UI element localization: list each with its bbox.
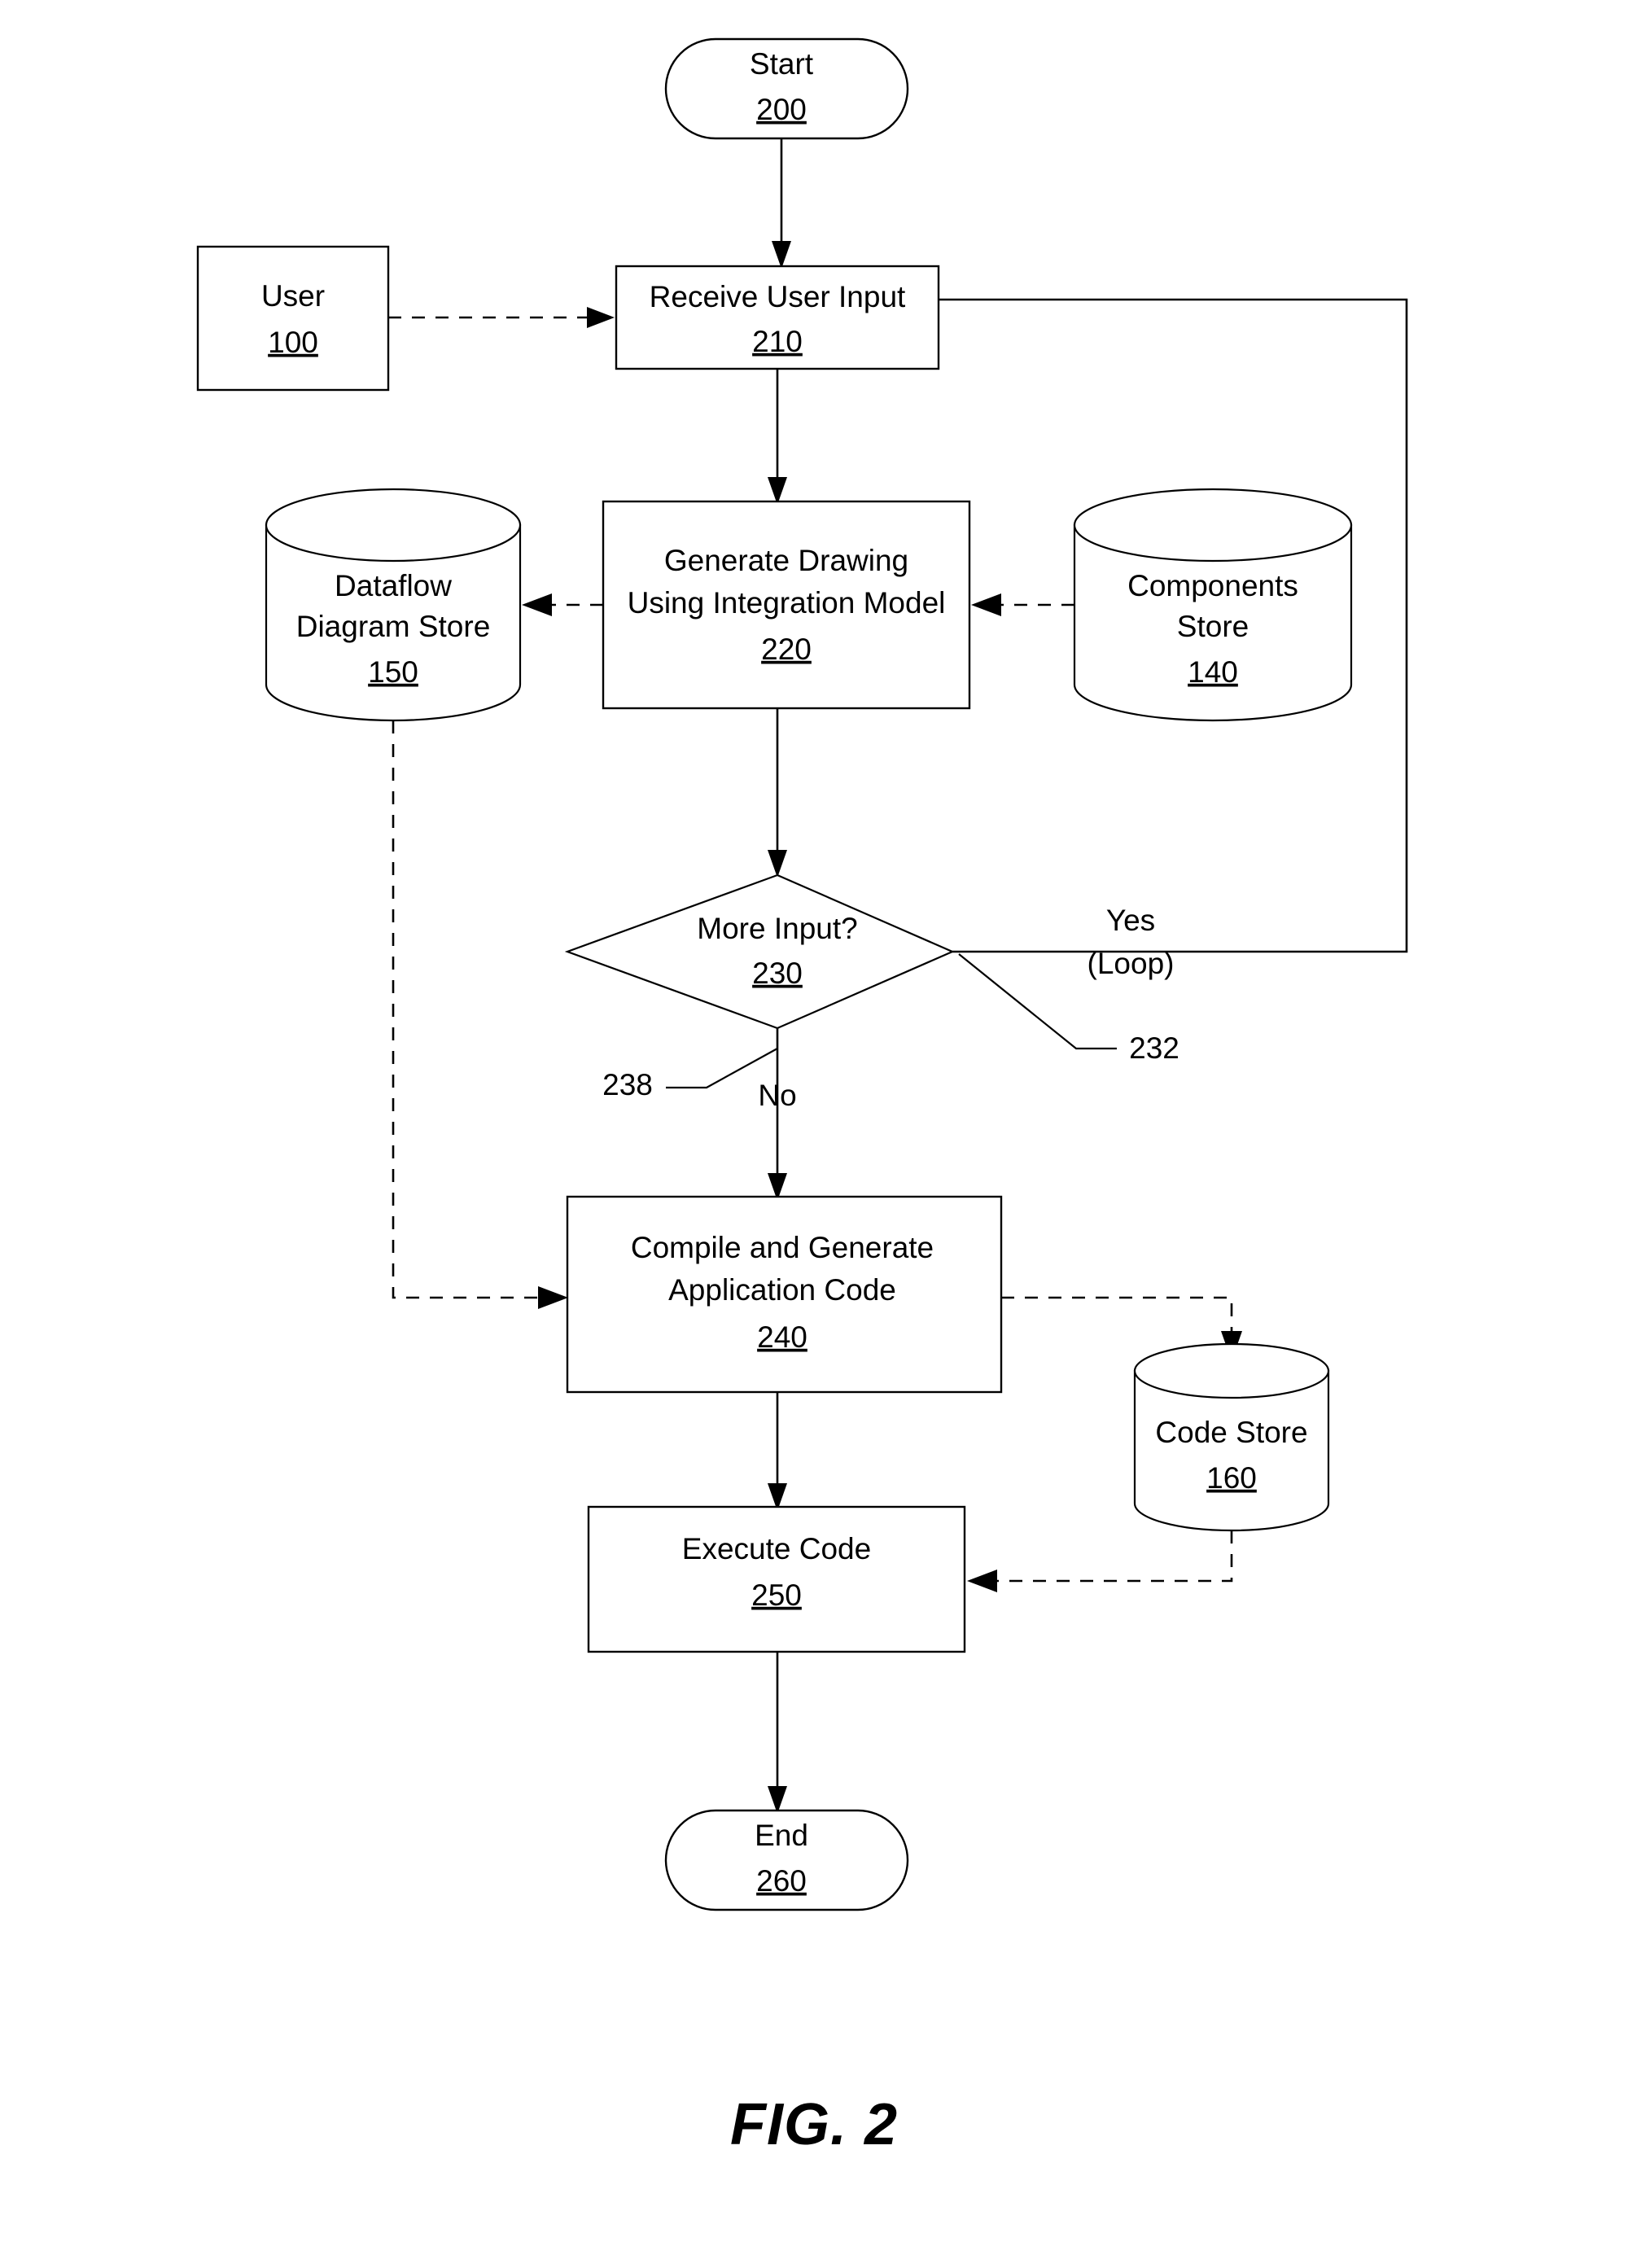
node-user[interactable]: User 100 bbox=[196, 245, 390, 392]
node-receive-user-input[interactable]: Receive User Input 210 bbox=[615, 265, 940, 370]
components-store-ref: 140 bbox=[1188, 655, 1238, 689]
node-code-store[interactable]: Code Store 160 bbox=[1133, 1342, 1330, 1532]
start-ref: 200 bbox=[756, 93, 807, 126]
execute-code-ref: 250 bbox=[751, 1578, 802, 1612]
generate-drawing-ref: 220 bbox=[761, 633, 812, 666]
edge-dataflow-store-to-compile bbox=[392, 720, 568, 1309]
edge-generate-drawing-to-decision bbox=[768, 708, 787, 878]
node-compile-generate[interactable]: Compile and Generate Application Code 24… bbox=[566, 1195, 1003, 1394]
generate-drawing-label-line2: Using Integration Model bbox=[628, 586, 946, 620]
node-start[interactable]: Start 200 bbox=[664, 37, 909, 140]
receive-user-input-ref: 210 bbox=[752, 325, 803, 358]
edge-components-store-to-generate-drawing bbox=[971, 593, 1074, 616]
node-end[interactable]: End 260 bbox=[664, 1809, 909, 1911]
user-label: User bbox=[261, 279, 325, 313]
node-dataflow-diagram-store[interactable]: Dataflow Diagram Store 150 bbox=[265, 488, 522, 722]
node-execute-code[interactable]: Execute Code 250 bbox=[587, 1505, 966, 1653]
components-store-label-line1: Components bbox=[1127, 569, 1298, 602]
node-generate-drawing[interactable]: Generate Drawing Using Integration Model… bbox=[602, 500, 971, 710]
components-store-label-line2: Store bbox=[1177, 610, 1249, 643]
edge-execute-code-to-end bbox=[768, 1652, 787, 1814]
edge-generate-drawing-to-dataflow-store bbox=[522, 593, 603, 616]
edge-decision-no-to-compile bbox=[768, 1028, 787, 1201]
user-ref: 100 bbox=[268, 326, 318, 359]
callout-238-label: 238 bbox=[602, 1068, 653, 1101]
edge-start-to-receive-input bbox=[772, 138, 791, 269]
code-store-label: Code Store bbox=[1155, 1416, 1307, 1449]
compile-generate-ref: 240 bbox=[757, 1320, 807, 1354]
figure-caption: FIG. 2 bbox=[730, 2092, 898, 2157]
no-branch-label: No bbox=[758, 1079, 796, 1112]
label-no-branch: No bbox=[758, 1079, 796, 1112]
dataflow-store-label-line2: Diagram Store bbox=[296, 610, 491, 643]
flowchart-canvas: Start 200 User 100 Receive User Input 21… bbox=[196, 37, 1408, 2157]
figure-page: Start 200 User 100 Receive User Input 21… bbox=[0, 0, 1628, 2268]
dataflow-store-ref: 150 bbox=[368, 655, 418, 689]
yes-branch-label-line2: (Loop) bbox=[1088, 947, 1175, 980]
code-store-ref: 160 bbox=[1206, 1461, 1257, 1495]
edge-user-to-receive-input bbox=[388, 307, 615, 328]
compile-generate-label-line2: Application Code bbox=[668, 1273, 896, 1307]
node-more-input-decision[interactable]: More Input? 230 bbox=[564, 873, 955, 1030]
more-input-label: More Input? bbox=[697, 912, 857, 945]
more-input-ref: 230 bbox=[752, 957, 803, 990]
node-components-store[interactable]: Components Store 140 bbox=[1073, 488, 1353, 722]
end-label: End bbox=[755, 1819, 808, 1852]
dataflow-store-label-line1: Dataflow bbox=[335, 569, 452, 602]
edge-code-store-to-execute-code bbox=[967, 1530, 1233, 1592]
receive-user-input-label: Receive User Input bbox=[650, 280, 906, 313]
label-yes-loop-branch: Yes (Loop) bbox=[1088, 904, 1175, 980]
callout-238: 238 bbox=[602, 1048, 778, 1101]
edge-receive-input-to-generate-drawing bbox=[768, 369, 787, 505]
generate-drawing-label-line1: Generate Drawing bbox=[664, 544, 908, 577]
yes-branch-label-line1: Yes bbox=[1106, 904, 1155, 937]
compile-generate-label-line1: Compile and Generate bbox=[631, 1231, 934, 1264]
start-label: Start bbox=[750, 47, 814, 81]
end-ref: 260 bbox=[756, 1864, 807, 1898]
edge-compile-to-execute-code bbox=[768, 1392, 787, 1511]
callout-232-label: 232 bbox=[1129, 1031, 1179, 1065]
execute-code-label: Execute Code bbox=[682, 1532, 871, 1565]
figure-caption-label: FIG. 2 bbox=[730, 2092, 898, 2157]
